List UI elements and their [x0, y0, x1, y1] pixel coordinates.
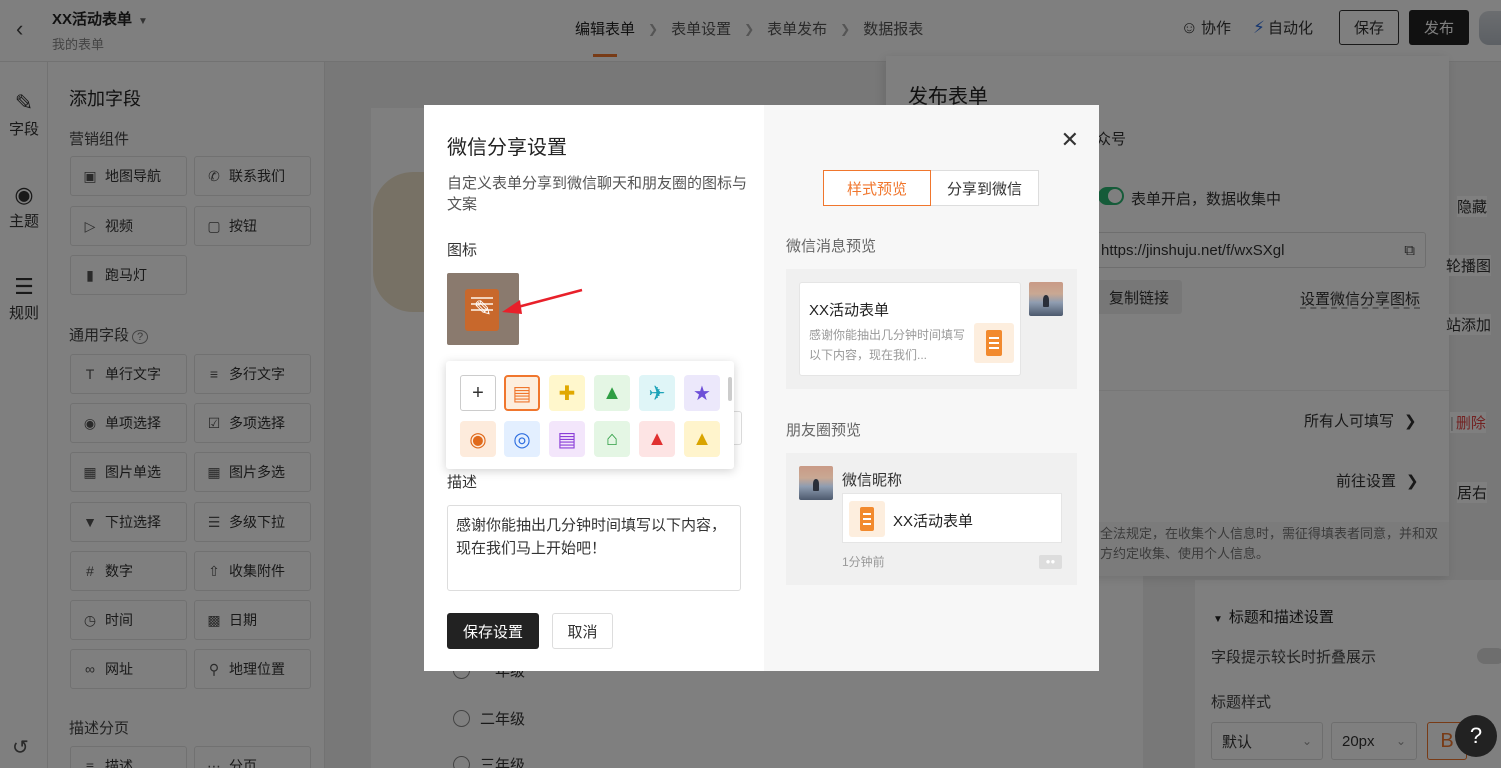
tab-share-to-wechat[interactable]: 分享到微信 — [931, 170, 1039, 206]
moments-avatar — [799, 466, 833, 500]
sender-avatar — [1029, 282, 1063, 316]
modal-settings-pane: 微信分享设置 自定义表单分享到微信聊天和朋友圈的图标与文案 图标 ✎ + ▤ ✚… — [424, 105, 764, 671]
airplane-icon[interactable]: ✈ — [639, 375, 675, 411]
help-button[interactable]: ? — [1455, 715, 1497, 757]
tab-style-preview[interactable]: 样式预览 — [823, 170, 931, 206]
annotation-arrow-icon — [502, 288, 583, 314]
chart-icon[interactable]: ▤ — [549, 421, 585, 457]
moments-card-title: XX活动表单 — [893, 513, 974, 530]
basketball-icon[interactable]: ◉ — [460, 421, 496, 457]
msg-preview-label: 微信消息预览 — [786, 238, 877, 255]
moments-time: 1分钟前 — [842, 555, 885, 569]
wechat-share-modal: 微信分享设置 自定义表单分享到微信聊天和朋友圈的图标与文案 图标 ✎ + ▤ ✚… — [424, 105, 1099, 671]
moments-card: XX活动表单 — [842, 493, 1062, 543]
document-icon[interactable]: ▤ — [504, 375, 540, 411]
cancel-button[interactable]: 取消 — [552, 613, 613, 649]
msg-card-title: XX活动表单 — [809, 302, 890, 319]
icon-picker: + ▤ ✚ ▲ ✈ ★ ◉ ◎ ▤ ⌂ ▲ ▲ — [446, 361, 734, 469]
modal-description: 自定义表单分享到微信聊天和朋友圈的图标与文案 — [447, 175, 748, 213]
close-icon[interactable]: ✕ — [1061, 127, 1079, 153]
modal-preview-pane: ✕ 样式预览 分享到微信 微信消息预览 XX活动表单 感谢你能抽出几分钟时间填写… — [764, 105, 1099, 671]
medicine-box-icon[interactable]: ✚ — [549, 375, 585, 411]
preview-tabs: 样式预览 分享到微信 — [823, 170, 1039, 206]
runner-icon[interactable]: ★ — [684, 375, 720, 411]
pencil-icon[interactable]: ✎ — [469, 295, 497, 323]
share-thumb-icon — [974, 323, 1014, 363]
moments-nickname: 微信昵称 — [842, 472, 903, 489]
msg-card-desc: 感谢你能抽出几分钟时间填写以下内容，现在我们... — [809, 328, 966, 362]
graduation-cap-icon[interactable]: ▲ — [684, 421, 720, 457]
picker-scrollbar[interactable] — [728, 377, 732, 401]
tshirt-icon[interactable]: ▲ — [639, 421, 675, 457]
msg-preview-box: XX活动表单 感谢你能抽出几分钟时间填写以下内容，现在我们... — [786, 269, 1077, 389]
more-dots-icon: ●● — [1039, 555, 1062, 569]
save-settings-button[interactable]: 保存设置 — [447, 613, 539, 649]
share-thumb-icon — [849, 501, 885, 537]
moments-preview-label: 朋友圈预览 — [786, 422, 862, 439]
tree-icon[interactable]: ▲ — [594, 375, 630, 411]
description-textarea[interactable]: 感谢你能抽出几分钟时间填写以下内容，现在我们马上开始吧！ — [447, 505, 741, 591]
desc-label: 描述 — [447, 474, 478, 491]
add-icon-button[interactable]: + — [460, 375, 496, 411]
house-icon[interactable]: ⌂ — [594, 421, 630, 457]
icon-label: 图标 — [447, 242, 478, 259]
moments-preview-box: 微信昵称 XX活动表单 1分钟前 ●● — [786, 453, 1077, 585]
title-input[interactable] — [734, 411, 742, 445]
modal-title: 微信分享设置 — [447, 137, 567, 159]
msg-preview-card: XX活动表单 感谢你能抽出几分钟时间填写以下内容，现在我们... — [799, 282, 1021, 376]
coin-icon[interactable]: ◎ — [504, 421, 540, 457]
